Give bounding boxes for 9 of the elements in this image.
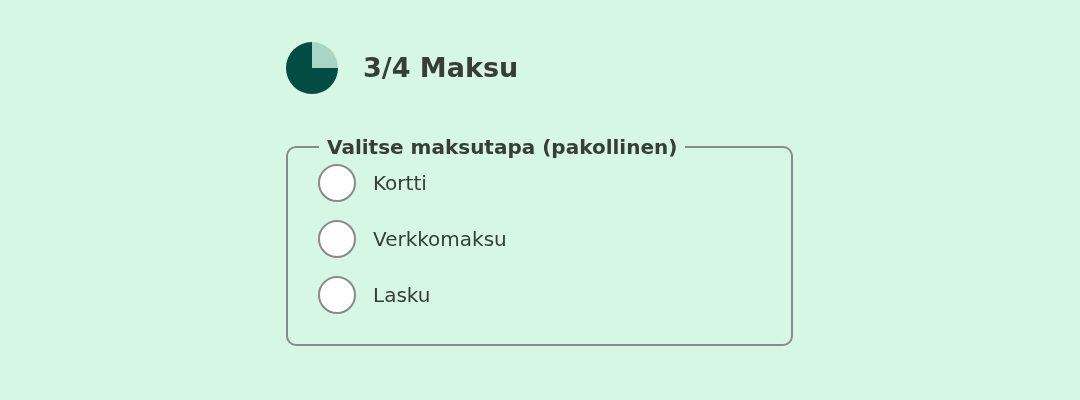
radio-button[interactable] [318,276,356,314]
option-label: Kortti [373,170,427,197]
radio-button[interactable] [318,164,356,202]
option-label: Verkkomaksu [373,226,507,253]
group-legend: Valitse maksutapa (pakollinen) [319,132,686,162]
page-heading: 3/4 Maksu [363,50,519,85]
radio-button[interactable] [318,220,356,258]
progress-pie-icon [286,42,338,94]
option-label: Lasku [373,282,431,309]
